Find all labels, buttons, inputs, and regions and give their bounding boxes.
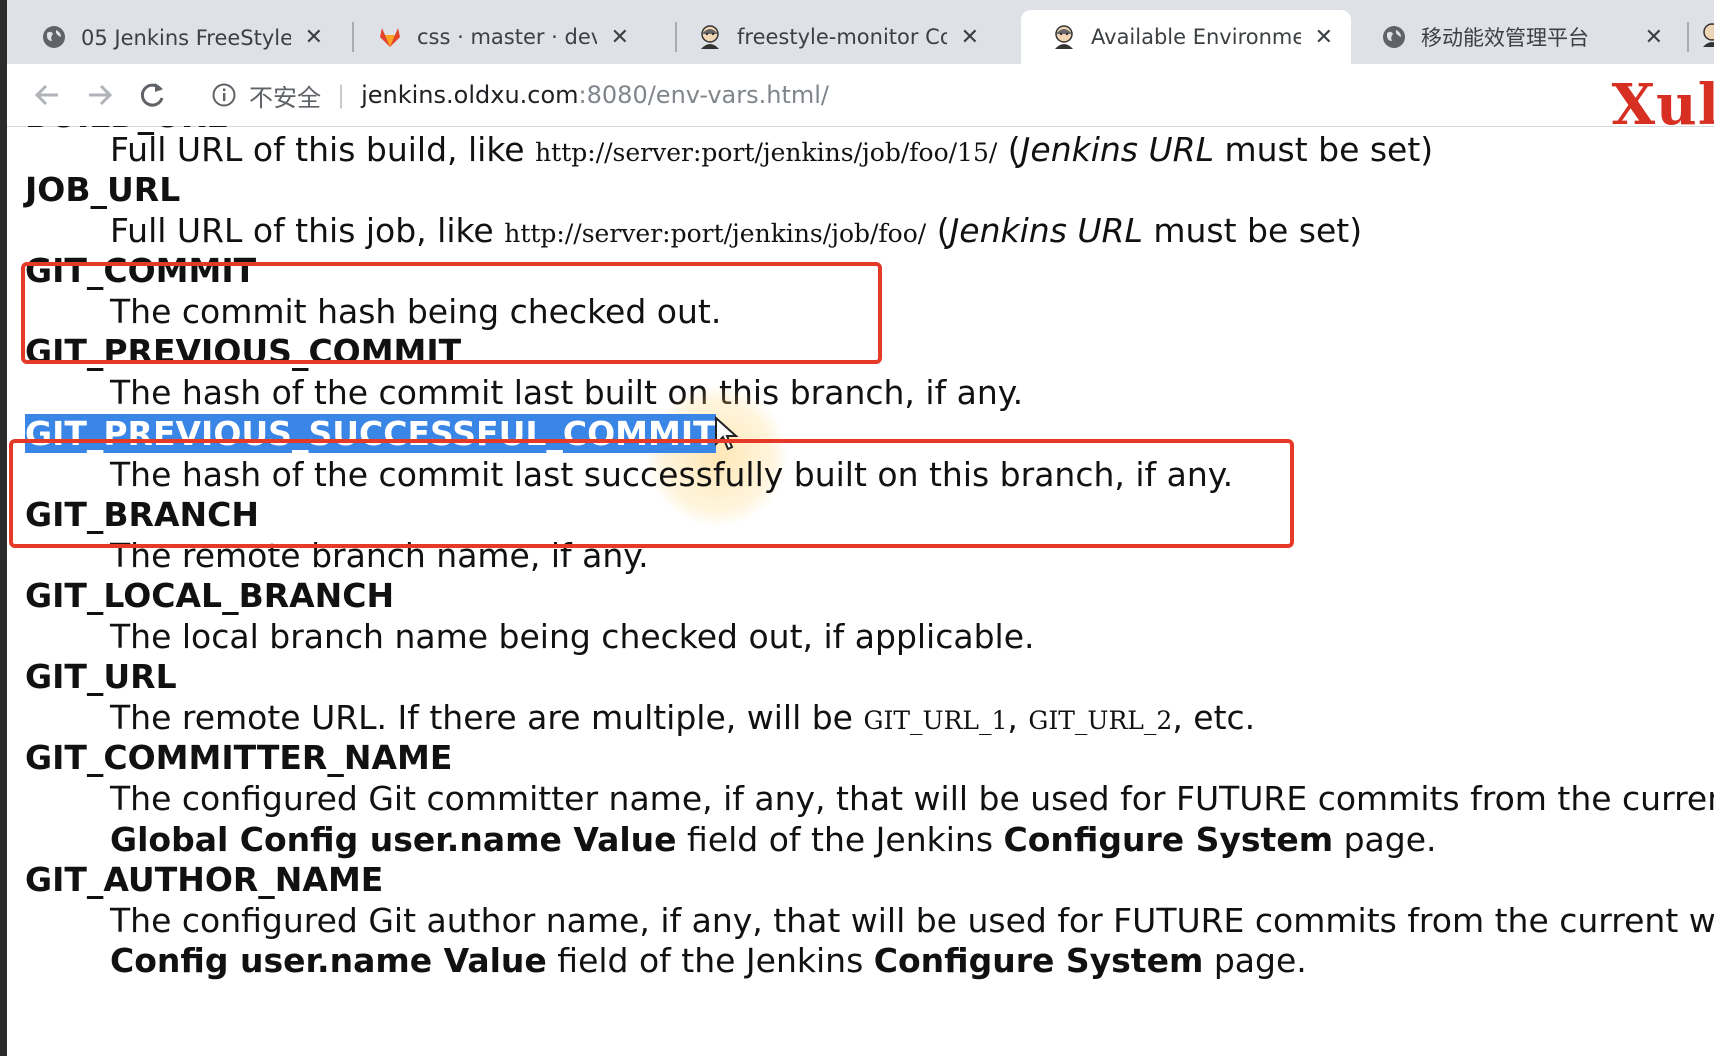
env-var-term: GIT_LOCAL_BRANCH <box>25 576 395 615</box>
tab-title: css · master · devops / <box>417 25 597 49</box>
env-var-term: JOB_URL <box>25 170 181 209</box>
separator: | <box>337 81 346 109</box>
address-bar[interactable]: 不安全 | jenkins.oldxu.com :8080/env-vars.h… <box>197 72 1647 118</box>
close-icon[interactable]: ✕ <box>611 25 629 50</box>
env-var-description: Full URL of this build, like http://serv… <box>110 130 1434 169</box>
env-vars-list: BUILD_URL Full URL of this build, like h… <box>7 126 1714 1056</box>
tab-freestyle-monitor[interactable]: freestyle-monitor Con ✕ <box>667 10 997 64</box>
env-var-term: GIT_COMMITTER_NAME <box>25 738 453 777</box>
env-var-description-continued: Global Config user.name Value field of t… <box>110 820 1437 859</box>
close-icon[interactable]: ✕ <box>305 25 323 50</box>
globe-icon <box>43 26 65 48</box>
info-icon[interactable] <box>211 82 237 108</box>
annotation-box-git-previous-successful-commit <box>9 439 1294 548</box>
env-var-description: The hash of the commit last built on thi… <box>110 373 1024 412</box>
forward-arrow-icon[interactable] <box>83 78 117 112</box>
window-left-edge <box>0 0 7 1056</box>
tab-available-environment[interactable]: Available Environment ✕ <box>1021 10 1351 64</box>
tab-title: Available Environment <box>1091 25 1301 49</box>
close-icon[interactable]: ✕ <box>961 25 979 50</box>
env-var-description: The local branch name being checked out,… <box>110 617 1035 656</box>
tab-title: 05 Jenkins FreeStyle 项 <box>81 26 291 50</box>
env-var-description: Full URL of this job, like http://server… <box>110 211 1363 250</box>
jenkins-butler-icon <box>1055 25 1073 49</box>
tab-gitlab-css[interactable]: css · master · devops / ✕ <box>347 10 647 64</box>
code-sample: http://server:port/jenkins/job/foo/ <box>504 219 927 248</box>
annotation-box-git-commit <box>21 262 882 364</box>
tab-title: 移动能效管理平台 <box>1421 26 1589 50</box>
jenkins-butler-icon[interactable] <box>1699 22 1714 48</box>
tab-mobile-efficiency[interactable]: 移动能效管理平台 ✕ <box>1351 10 1681 64</box>
env-var-description: The configured Git committer name, if an… <box>110 779 1714 818</box>
close-icon[interactable]: ✕ <box>1315 25 1333 50</box>
tab-strip: 05 Jenkins FreeStyle 项 ✕ css · master · … <box>7 0 1714 64</box>
env-var-term: GIT_URL <box>25 657 177 696</box>
tab-jenkins-freestyle[interactable]: 05 Jenkins FreeStyle 项 ✕ <box>11 10 341 64</box>
env-var-description: The remote URL. If there are multiple, w… <box>110 698 1256 737</box>
code-sample: GIT_URL_2 <box>1028 706 1173 735</box>
back-arrow-icon[interactable] <box>30 78 64 112</box>
not-secure-label: 不安全 <box>249 83 321 112</box>
jenkins-butler-icon <box>701 25 719 49</box>
tab-title: freestyle-monitor Con <box>737 25 947 49</box>
tab-divider <box>1687 22 1689 52</box>
env-var-term: GIT_AUTHOR_NAME <box>25 860 384 899</box>
globe-icon <box>1383 26 1405 48</box>
close-icon[interactable]: ✕ <box>1645 25 1663 50</box>
code-sample: GIT_URL_1 <box>863 706 1008 735</box>
gitlab-fox-icon <box>380 28 400 47</box>
browser-toolbar: 不安全 | jenkins.oldxu.com :8080/env-vars.h… <box>7 64 1714 138</box>
env-var-description: The configured Git author name, if any, … <box>110 901 1714 940</box>
code-sample: http://server:port/jenkins/job/foo/15/ <box>535 138 998 167</box>
reload-icon[interactable] <box>135 78 169 112</box>
url-path: :8080/env-vars.html/ <box>578 81 830 109</box>
env-var-description-continued: Config user.name Value field of the Jenk… <box>110 941 1307 980</box>
url-host: jenkins.oldxu.com <box>361 81 579 109</box>
